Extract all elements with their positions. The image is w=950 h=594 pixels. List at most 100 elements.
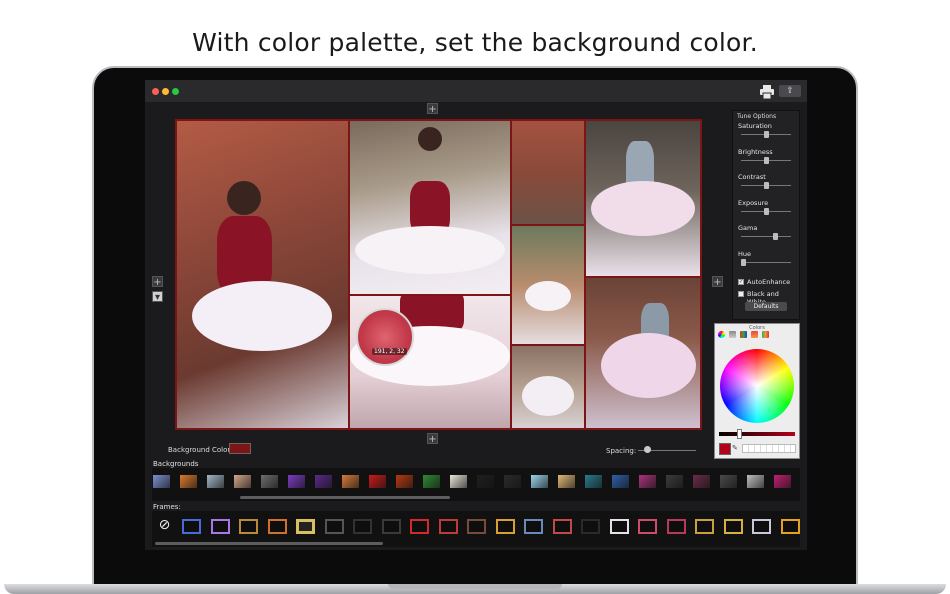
- add-column-left-button[interactable]: +: [152, 276, 163, 288]
- frame-thumbnail[interactable]: [182, 519, 201, 534]
- background-thumbnail[interactable]: [234, 475, 251, 488]
- image-palettes-mode-icon[interactable]: [751, 331, 758, 338]
- background-thumbnail[interactable]: [585, 475, 602, 488]
- background-thumbnail[interactable]: [531, 475, 548, 488]
- spacing-label: Spacing:: [606, 447, 637, 455]
- photo-collage[interactable]: [175, 119, 702, 430]
- collage-photo-1[interactable]: [177, 121, 348, 428]
- frame-thumbnail[interactable]: [353, 519, 372, 534]
- background-thumbnail[interactable]: [342, 475, 359, 488]
- collage-photo-2[interactable]: [350, 121, 510, 294]
- background-thumbnail[interactable]: [477, 475, 494, 488]
- add-row-top-button[interactable]: +: [427, 103, 438, 115]
- frame-thumbnail[interactable]: [524, 519, 543, 534]
- frame-thumbnail[interactable]: [581, 519, 600, 534]
- defaults-button[interactable]: Defaults: [745, 302, 787, 311]
- tune-slider-knob[interactable]: [763, 207, 769, 215]
- tune-slider-knob[interactable]: [763, 156, 769, 164]
- magnifier-rgb-value: 191, 2, 32: [372, 348, 407, 355]
- background-thumbnail[interactable]: [774, 475, 791, 488]
- add-row-bottom-button[interactable]: +: [427, 433, 438, 445]
- current-color-swatch[interactable]: [719, 443, 731, 455]
- background-thumbnail[interactable]: [180, 475, 197, 488]
- background-thumbnail[interactable]: [423, 475, 440, 488]
- background-color-well[interactable]: [229, 443, 251, 454]
- frame-thumbnail[interactable]: [495, 519, 515, 534]
- color-sliders-mode-icon[interactable]: [729, 331, 736, 338]
- tune-slider-track[interactable]: [741, 236, 791, 237]
- dancer-tutu: [601, 333, 696, 398]
- background-thumbnail[interactable]: [288, 475, 305, 488]
- background-thumbnail[interactable]: [666, 475, 683, 488]
- frame-thumbnail[interactable]: [438, 519, 458, 534]
- frames-scrollbar[interactable]: [155, 542, 383, 545]
- background-thumbnail[interactable]: [369, 475, 386, 488]
- trash-icon[interactable]: ▾: [152, 291, 163, 303]
- printer-icon[interactable]: [759, 84, 775, 100]
- pencils-mode-icon[interactable]: [762, 331, 769, 338]
- no-frame-icon[interactable]: ⊘: [156, 517, 173, 534]
- frame-thumbnail[interactable]: [381, 519, 401, 534]
- app-window: ⇪ + + ▾ + + 191, 2, 32 Tune Options Satu…: [145, 80, 807, 550]
- add-column-right-button[interactable]: +: [712, 276, 723, 288]
- frame-thumbnail[interactable]: [638, 519, 657, 534]
- color-palettes-mode-icon[interactable]: [740, 331, 747, 338]
- colors-panel: Colors ✎: [714, 323, 800, 459]
- frame-thumbnail[interactable]: [267, 519, 287, 534]
- frame-thumbnail[interactable]: [410, 519, 429, 534]
- background-thumbnail[interactable]: [612, 475, 629, 488]
- background-thumbnail[interactable]: [639, 475, 656, 488]
- tune-slider-knob[interactable]: [763, 182, 769, 189]
- frame-thumbnail[interactable]: [666, 519, 686, 534]
- collage-photo-4[interactable]: [512, 121, 584, 224]
- frame-thumbnail[interactable]: [552, 519, 572, 534]
- background-thumbnail[interactable]: [747, 475, 764, 488]
- frame-thumbnail[interactable]: [752, 519, 771, 534]
- eyedropper-icon[interactable]: ✎: [732, 444, 739, 452]
- collage-photo-7[interactable]: [586, 121, 700, 276]
- background-thumbnail[interactable]: [396, 475, 413, 488]
- color-picker-magnifier: 191, 2, 32: [356, 308, 414, 366]
- frame-thumbnail[interactable]: [723, 519, 743, 534]
- frames-label: Frames:: [153, 503, 181, 511]
- color-wheel-mode-icon[interactable]: [718, 331, 725, 338]
- background-thumbnail[interactable]: [207, 475, 224, 488]
- collage-photo-6[interactable]: [512, 346, 584, 428]
- tune-slider-knob[interactable]: [773, 233, 779, 240]
- background-thumbnail[interactable]: [693, 475, 710, 488]
- background-thumbnail[interactable]: [153, 475, 170, 488]
- color-brightness-slider[interactable]: [719, 432, 795, 436]
- title-bar: ⇪: [145, 80, 807, 102]
- saved-color-swatches[interactable]: [742, 444, 796, 453]
- tune-slider-knob[interactable]: [741, 258, 746, 266]
- tune-slider-knob[interactable]: [763, 131, 769, 138]
- background-thumbnail[interactable]: [315, 475, 332, 488]
- frame-thumbnail[interactable]: [239, 519, 258, 534]
- background-thumbnail[interactable]: [261, 475, 278, 488]
- tune-slider-track[interactable]: [741, 261, 791, 263]
- black-and-white-checkbox[interactable]: [738, 291, 744, 297]
- background-thumbnail[interactable]: [720, 475, 737, 488]
- collage-photo-5[interactable]: [512, 226, 584, 344]
- background-thumbnail[interactable]: [450, 475, 467, 488]
- close-window-button[interactable]: [152, 88, 159, 95]
- frame-thumbnail[interactable]: [210, 519, 230, 534]
- frame-thumbnail[interactable]: [467, 519, 486, 534]
- background-thumbnail[interactable]: [558, 475, 575, 488]
- share-icon[interactable]: ⇪: [779, 85, 801, 97]
- frame-thumbnail[interactable]: [324, 519, 344, 534]
- auto-enhance-checkbox[interactable]: ✓: [738, 279, 744, 285]
- frame-thumbnail[interactable]: [695, 519, 714, 534]
- minimize-window-button[interactable]: [162, 88, 169, 95]
- colors-mode-toolbar: [718, 331, 778, 339]
- color-brightness-knob[interactable]: [737, 429, 742, 439]
- zoom-window-button[interactable]: [172, 88, 179, 95]
- frame-thumbnail[interactable]: [609, 519, 629, 534]
- frame-thumbnail[interactable]: [780, 519, 800, 534]
- frame-thumbnail[interactable]: [296, 519, 315, 534]
- color-wheel[interactable]: [720, 349, 794, 423]
- background-thumbnail[interactable]: [504, 475, 521, 488]
- backgrounds-scrollbar[interactable]: [240, 496, 450, 499]
- collage-photo-8[interactable]: [586, 278, 700, 428]
- spacing-slider-knob[interactable]: [643, 446, 651, 453]
